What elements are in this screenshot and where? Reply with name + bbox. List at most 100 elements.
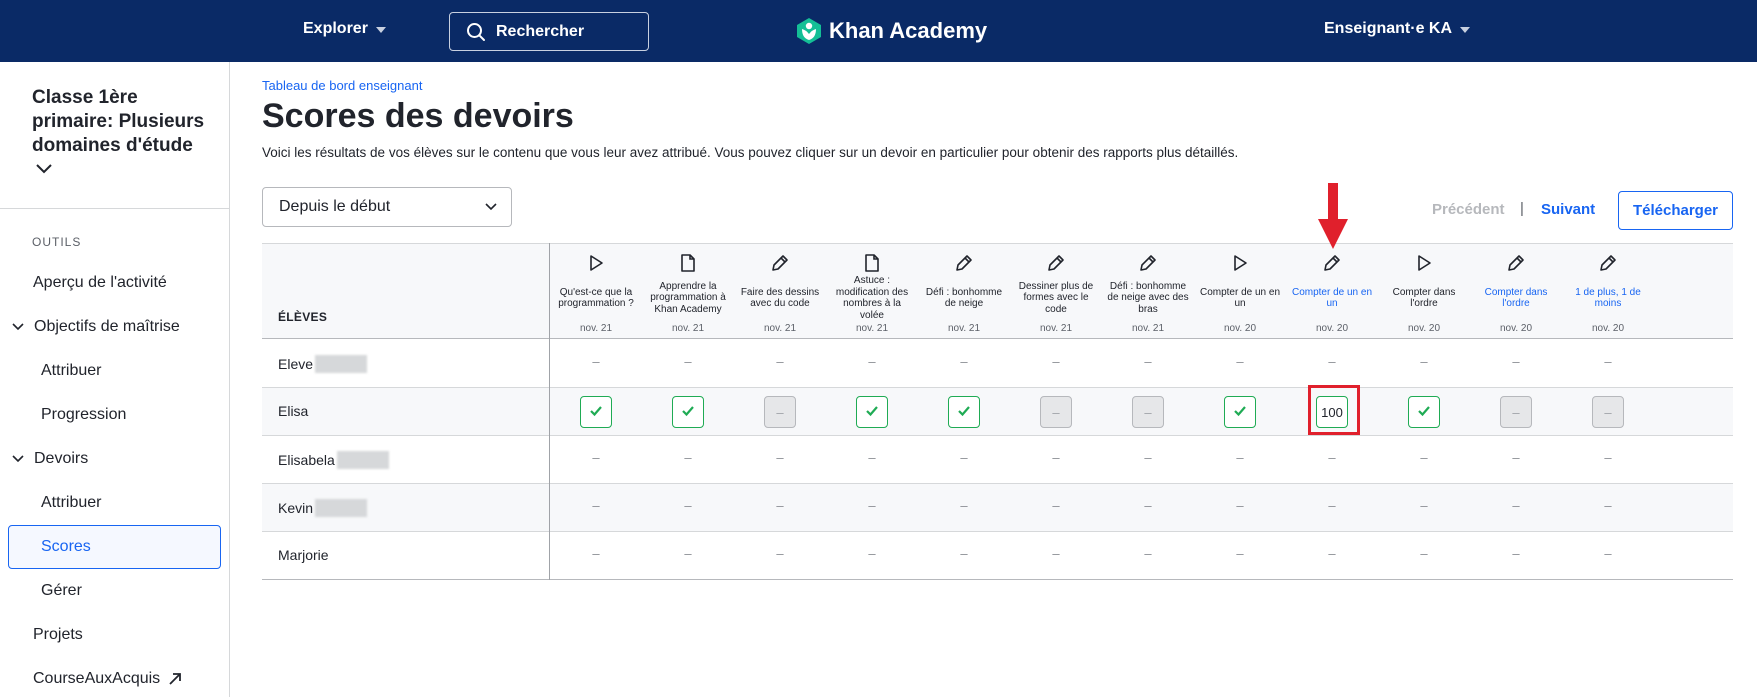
sidebar-item-label: Objectifs de maîtrise xyxy=(34,318,180,335)
student-name-text: Elisa xyxy=(278,403,309,419)
assignment-column-header[interactable]: 1 de plus, 1 de moins nov. 20 xyxy=(1562,243,1654,339)
assignment-column-header[interactable]: Compter de un en un nov. 20 xyxy=(1286,243,1378,339)
student-name[interactable]: Kevin xyxy=(278,499,368,517)
not-started-score-cell[interactable]: – xyxy=(1040,396,1072,428)
chevron-down-icon xyxy=(1460,27,1471,33)
khan-academy-logo[interactable]: Khan Academy xyxy=(796,17,987,45)
redacted-surname xyxy=(336,451,389,469)
assignment-column-header[interactable]: Dessiner plus de formes avec le code nov.… xyxy=(1010,243,1102,339)
table-row: Eleve – – – – – – – – – – – – xyxy=(262,340,1733,388)
completed-score-cell[interactable] xyxy=(1408,396,1440,428)
sidebar-item-assignments[interactable]: Devoirs xyxy=(12,450,88,468)
search-button[interactable]: Rechercher xyxy=(449,12,649,51)
table-row: Elisa – – –100– – xyxy=(262,388,1733,436)
empty-score-cell: – xyxy=(1328,354,1336,369)
sidebar-item-label: Aperçu de l'activité xyxy=(33,274,167,291)
sidebar-item-mastery-goals[interactable]: Objectifs de maîtrise xyxy=(12,318,180,336)
chevron-down-icon[interactable] xyxy=(36,164,52,174)
table-row: Elisabela – – – – – – – – – – – – xyxy=(262,436,1733,484)
assignment-column-header[interactable]: Compter de un en un nov. 20 xyxy=(1194,243,1286,339)
tools-section-label: OUTILS xyxy=(32,235,82,249)
sidebar-item-label: Devoirs xyxy=(34,450,89,467)
assignment-date: nov. 20 xyxy=(1499,323,1533,334)
completed-score-cell[interactable] xyxy=(948,396,980,428)
play-icon xyxy=(586,253,606,273)
class-title[interactable]: Classe 1ère primaire: Plusieurs domaines… xyxy=(32,86,222,158)
external-link-icon xyxy=(169,673,182,685)
breadcrumb-teacher-dashboard[interactable]: Tableau de bord enseignant xyxy=(262,78,422,93)
pencil-icon xyxy=(770,253,790,273)
empty-score-cell: – xyxy=(776,354,784,369)
assignment-column-header[interactable]: Défi : bonhomme de neige avec des bras no… xyxy=(1102,243,1194,339)
date-filter-select[interactable]: Depuis le début xyxy=(262,187,512,227)
assignment-column-header[interactable]: Faire des dessins avec du code nov. 21 xyxy=(734,243,826,339)
sidebar-item-label: Gérer xyxy=(41,582,82,599)
assignment-column-header[interactable]: Défi : bonhomme de neige nov. 21 xyxy=(918,243,1010,339)
empty-score-cell: – xyxy=(868,354,876,369)
student-name-text: Elisabela xyxy=(278,452,335,468)
student-name[interactable]: Elisabela xyxy=(278,451,389,469)
pencil-icon xyxy=(1322,253,1342,273)
sidebar-item-progress[interactable]: Progression xyxy=(41,406,126,424)
assignment-date: nov. 21 xyxy=(763,323,797,334)
empty-score-cell: – xyxy=(1144,546,1152,561)
assignment-name[interactable]: Compter de un en un xyxy=(1290,276,1374,320)
empty-score-cell: – xyxy=(1144,450,1152,465)
assignment-column-header[interactable]: Apprendre la programmation à Khan Academ… xyxy=(642,243,734,339)
sidebar-item-scores[interactable]: Scores xyxy=(8,525,221,569)
student-name[interactable]: Eleve xyxy=(278,355,368,373)
sidebar-item-manage[interactable]: Gérer xyxy=(41,582,82,600)
pencil-icon xyxy=(1598,253,1618,273)
empty-score-cell: – xyxy=(592,546,600,561)
sidebar-item-label: CourseAuxAcquis xyxy=(33,670,161,687)
empty-score-cell: – xyxy=(1052,546,1060,561)
sidebar-item-mastery-assign[interactable]: Attribuer xyxy=(41,362,101,380)
empty-score-cell: – xyxy=(1328,450,1336,465)
student-name[interactable]: Elisa xyxy=(278,403,308,419)
previous-button[interactable]: Précédent xyxy=(1432,201,1505,218)
checkmark-icon xyxy=(1233,405,1247,420)
explorer-menu[interactable]: Explorer xyxy=(303,20,386,38)
empty-score-cell: – xyxy=(868,546,876,561)
assignment-column-header[interactable]: Compter dans l'ordre nov. 20 xyxy=(1470,243,1562,339)
sidebar-item-label: Attribuer xyxy=(41,494,102,511)
empty-score-cell: – xyxy=(592,498,600,513)
khan-academy-leaf-icon xyxy=(797,18,821,44)
next-button[interactable]: Suivant xyxy=(1541,201,1595,218)
sidebar-item-course-challenge[interactable]: CourseAuxAcquis xyxy=(33,670,182,688)
assignment-date: nov. 21 xyxy=(1039,323,1073,334)
completed-score-cell[interactable] xyxy=(672,396,704,428)
completed-score-cell[interactable] xyxy=(580,396,612,428)
download-button[interactable]: Télécharger xyxy=(1618,191,1733,230)
not-started-score-cell[interactable]: – xyxy=(1132,396,1164,428)
page-description: Voici les résultats de vos élèves sur le… xyxy=(262,145,1239,160)
completed-score-cell[interactable] xyxy=(1224,396,1256,428)
sidebar-item-activity-overview[interactable]: Aperçu de l'activité xyxy=(33,274,167,292)
table-row: Kevin – – – – – – – – – – – – xyxy=(262,484,1733,532)
assignment-date: nov. 20 xyxy=(1407,323,1441,334)
not-started-score-cell[interactable]: – xyxy=(1500,396,1532,428)
chevron-down-icon xyxy=(485,203,497,211)
scores-table: ÉLÈVES Qu'est-ce que la programmation ? n… xyxy=(262,243,1733,580)
completed-score-cell[interactable] xyxy=(856,396,888,428)
checkmark-icon xyxy=(589,405,603,420)
play-icon xyxy=(1414,253,1434,273)
assignment-column-header[interactable]: Compter dans l'ordre nov. 20 xyxy=(1378,243,1470,339)
assignment-column-header[interactable]: Astuce : modification des nombres à la v… xyxy=(826,243,918,339)
not-started-score-cell[interactable]: – xyxy=(764,396,796,428)
student-name[interactable]: Marjorie xyxy=(278,547,329,563)
sidebar-item-projects[interactable]: Projets xyxy=(33,626,83,644)
assignment-name[interactable]: Compter dans l'ordre xyxy=(1474,276,1558,320)
user-label: Enseignant·e KA xyxy=(1324,20,1453,37)
assignment-name[interactable]: 1 de plus, 1 de moins xyxy=(1566,276,1650,320)
empty-score-cell: – xyxy=(1052,354,1060,369)
empty-score-cell: – xyxy=(960,546,968,561)
empty-score-cell: – xyxy=(1052,498,1060,513)
empty-score-cell: – xyxy=(960,354,968,369)
sidebar-item-assignments-assign[interactable]: Attribuer xyxy=(41,494,101,512)
not-started-score-cell[interactable]: – xyxy=(1592,396,1624,428)
empty-score-cell: – xyxy=(1512,546,1520,561)
assignment-name: Faire des dessins avec du code xyxy=(740,286,820,310)
user-menu[interactable]: Enseignant·e KA xyxy=(1324,20,1471,38)
assignment-column-header[interactable]: Qu'est-ce que la programmation ? nov. 21 xyxy=(550,243,642,339)
